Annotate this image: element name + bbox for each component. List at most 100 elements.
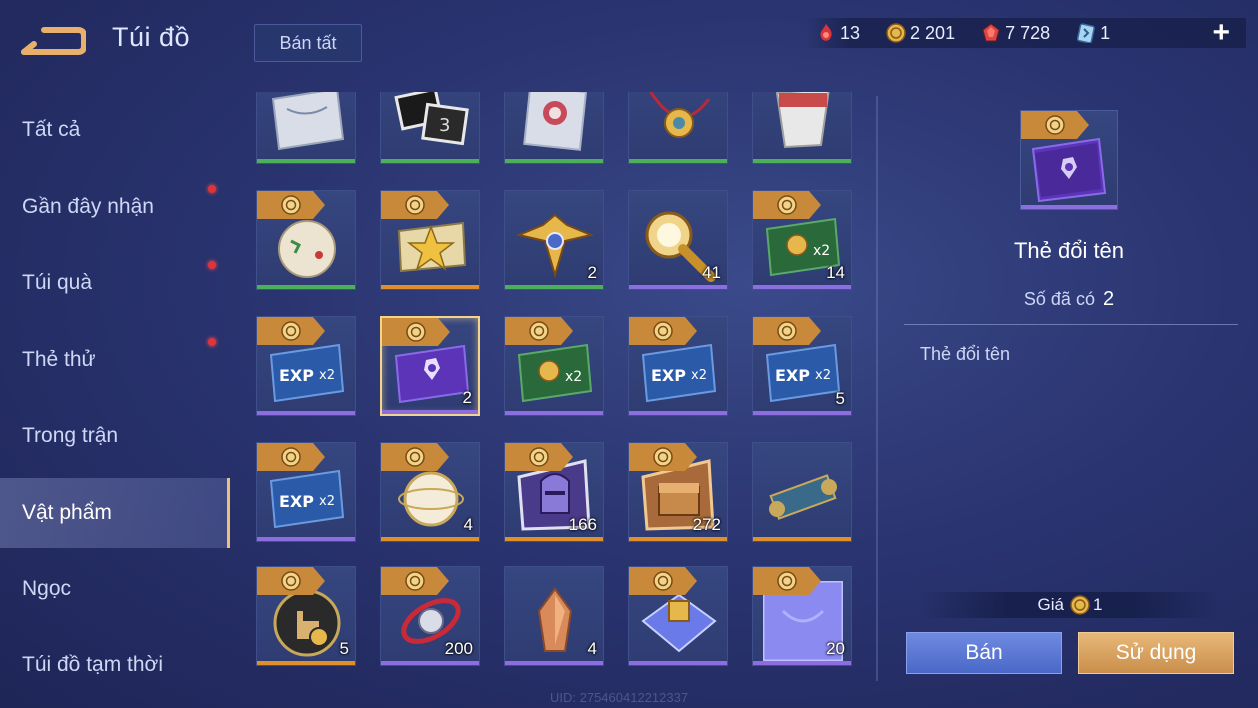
inventory-cell[interactable]: EXP x2 bbox=[628, 316, 728, 416]
inventory-cell[interactable]: 272 bbox=[628, 442, 728, 542]
sidebar-item-trial-cards[interactable]: Thẻ thử bbox=[0, 322, 230, 399]
rename-card-icon bbox=[1031, 137, 1107, 203]
sidebar-item-label: Thẻ thử bbox=[22, 347, 96, 371]
gold-tag-icon bbox=[505, 443, 573, 471]
sidebar-item-items[interactable]: Vật phẩm bbox=[0, 477, 230, 548]
item-count: 14 bbox=[826, 263, 845, 282]
inventory-cell[interactable] bbox=[628, 92, 728, 164]
inventory-cell[interactable]: 200 bbox=[380, 566, 480, 666]
inventory-cell[interactable]: 4 bbox=[504, 566, 604, 666]
sidebar-item-gift-bag[interactable]: Túi quà bbox=[0, 245, 230, 322]
inventory-cell[interactable] bbox=[256, 190, 356, 290]
inventory-cell[interactable] bbox=[380, 190, 480, 290]
painted-card-icon bbox=[523, 92, 588, 151]
sidebar-item-temp-bag[interactable]: Túi đồ tạm thời bbox=[0, 627, 230, 704]
price-value: 1 bbox=[1093, 595, 1103, 614]
currency-gold-value: 2 201 bbox=[910, 22, 956, 43]
gold-tag-icon bbox=[629, 443, 697, 471]
add-currency-button[interactable]: + bbox=[1212, 18, 1230, 48]
item-count: 2 bbox=[587, 263, 597, 282]
svg-text:EXP: EXP bbox=[279, 492, 314, 511]
rarity-bar bbox=[753, 661, 851, 665]
gold-tag-icon bbox=[257, 567, 325, 595]
rarity-bar bbox=[505, 285, 603, 289]
sidebar-item-recent[interactable]: Gần đây nhận bbox=[0, 169, 230, 246]
gold-coin-icon bbox=[1070, 595, 1090, 615]
detail-item-slot bbox=[1020, 110, 1118, 210]
rarity-bar bbox=[381, 537, 479, 541]
item-grid: 3 2 41 x2 14 EXP x2 2 x2 EXP x2 EXP x2 5 EXP x2 4 166 272 5… bbox=[250, 92, 870, 682]
inventory-cell[interactable]: 2 bbox=[504, 190, 604, 290]
gold-tag-icon bbox=[753, 191, 821, 219]
ancient-scroll-icon bbox=[769, 474, 837, 520]
sell-button[interactable]: Bán bbox=[906, 632, 1062, 674]
svg-text:EXP: EXP bbox=[775, 366, 810, 385]
sidebar-item-label: Vật phẩm bbox=[22, 500, 112, 524]
inventory-cell[interactable]: EXP x2 bbox=[256, 442, 356, 542]
sidebar-item-all[interactable]: Tất cả bbox=[0, 92, 230, 169]
gold-tag-icon bbox=[629, 567, 697, 595]
rarity-bar bbox=[505, 411, 603, 415]
page-title: Túi đồ bbox=[112, 22, 191, 52]
inventory-cell[interactable] bbox=[504, 92, 604, 164]
sidebar-item-label: Gần đây nhận bbox=[22, 194, 154, 218]
gold-tag-icon bbox=[629, 317, 697, 345]
inventory-cell[interactable] bbox=[256, 92, 356, 164]
inventory-cell[interactable]: 2 bbox=[380, 316, 480, 416]
svg-text:3: 3 bbox=[439, 115, 450, 136]
inventory-cell[interactable]: x2 14 bbox=[752, 190, 852, 290]
gold-tag-icon bbox=[257, 191, 325, 219]
owned-value: 2 bbox=[1102, 288, 1115, 310]
winged-emblem-icon bbox=[515, 213, 595, 279]
category-sidebar: Tất cả Gần đây nhận Túi quà Thẻ thử Tron… bbox=[0, 92, 230, 704]
sidebar-item-label: Túi đồ tạm thời bbox=[22, 653, 163, 677]
sidebar-item-gems[interactable]: Ngọc bbox=[0, 551, 230, 628]
inventory-cell[interactable] bbox=[628, 566, 728, 666]
inventory-cell[interactable]: 5 bbox=[256, 566, 356, 666]
item-count: 200 bbox=[444, 639, 473, 658]
inventory-cell[interactable]: 166 bbox=[504, 442, 604, 542]
inventory-cell[interactable] bbox=[752, 442, 852, 542]
gold-tag-icon bbox=[381, 567, 449, 595]
use-button[interactable]: Sử dụng bbox=[1078, 632, 1234, 674]
svg-text:x2: x2 bbox=[815, 368, 831, 383]
sell-all-button[interactable]: Bán tất bbox=[254, 24, 362, 62]
sidebar-item-in-match[interactable]: Trong trận bbox=[0, 398, 230, 475]
inventory-cell[interactable]: 4 bbox=[380, 442, 480, 542]
inventory-cell[interactable] bbox=[752, 92, 852, 164]
item-detail-panel: Thẻ đổi tên Số đã có 2 Thẻ đổi tên Giá 1 … bbox=[880, 92, 1258, 708]
inventory-cell[interactable]: x2 bbox=[504, 316, 604, 416]
owned-count: Số đã có 2 bbox=[880, 288, 1258, 311]
svg-text:x2: x2 bbox=[813, 243, 830, 259]
gold-tag-icon bbox=[257, 317, 325, 345]
rarity-bar bbox=[382, 410, 478, 414]
gold-tag-icon bbox=[753, 567, 821, 595]
inventory-cell[interactable]: 41 bbox=[628, 190, 728, 290]
paper-cup-icon bbox=[775, 92, 830, 149]
gold-tag-icon bbox=[753, 317, 821, 345]
inventory-cell[interactable]: 3 bbox=[380, 92, 480, 164]
sidebar-item-label: Tất cả bbox=[22, 118, 81, 142]
rarity-bar bbox=[629, 661, 727, 665]
rarity-bar bbox=[505, 159, 603, 163]
rarity-bar bbox=[753, 411, 851, 415]
item-count: 4 bbox=[463, 515, 473, 534]
inventory-cell[interactable]: EXP x2 5 bbox=[752, 316, 852, 416]
sidebar-item-label: Ngọc bbox=[22, 576, 72, 600]
back-icon[interactable] bbox=[18, 22, 87, 60]
sidebar-item-label: Trong trận bbox=[22, 424, 119, 448]
rarity-bar bbox=[381, 661, 479, 665]
rarity-bar bbox=[629, 537, 727, 541]
svg-text:x2: x2 bbox=[565, 369, 582, 385]
user-id: UID: 275460412212337 bbox=[550, 690, 689, 705]
currency-ruby: 13 bbox=[816, 23, 860, 44]
inventory-cell[interactable]: EXP x2 bbox=[256, 316, 356, 416]
rarity-bar bbox=[753, 537, 851, 541]
inventory-cell[interactable]: 20 bbox=[752, 566, 852, 666]
currency-voucher-value: 1 bbox=[1100, 22, 1111, 43]
red-gem-icon bbox=[981, 23, 1001, 43]
rarity-bar bbox=[629, 285, 727, 289]
currency-gold: 2 201 bbox=[886, 23, 955, 44]
detail-divider bbox=[904, 324, 1238, 325]
item-count: 2 bbox=[462, 388, 472, 407]
